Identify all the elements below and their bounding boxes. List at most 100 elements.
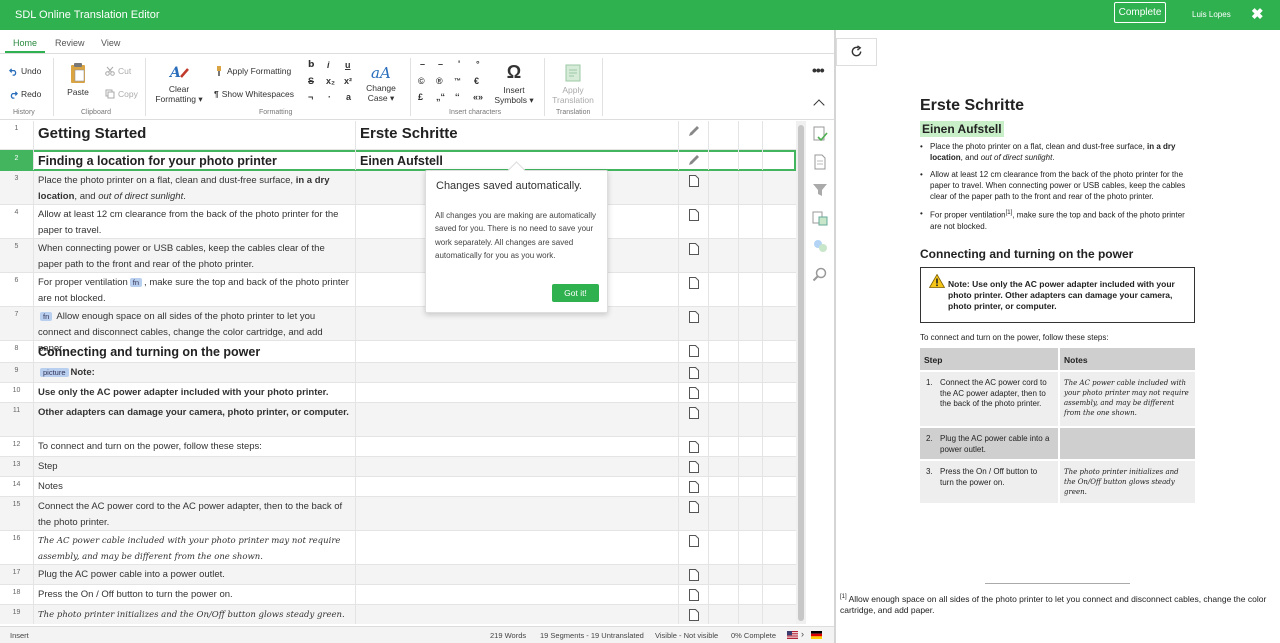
tab-home[interactable]: Home [13, 38, 37, 48]
segment-row-active[interactable]: 2 Finding a location for your photo prin… [0, 150, 796, 171]
segment-row[interactable]: 15 Connect the AC power cord to the AC p… [0, 497, 796, 531]
paste-button[interactable]: Paste [64, 62, 92, 97]
status-cell[interactable] [678, 363, 708, 382]
grid-scrollbar[interactable] [796, 121, 806, 624]
status-cell[interactable] [678, 383, 708, 402]
superscript-button[interactable]: x² [344, 76, 352, 86]
pound-button[interactable]: £ [418, 92, 423, 102]
filter-icon[interactable] [812, 182, 828, 198]
apostrophe-button[interactable]: ' [458, 59, 460, 69]
underline-button[interactable]: u [345, 60, 351, 70]
status-cell[interactable] [678, 497, 708, 530]
segment-row[interactable]: 14 Notes [0, 477, 796, 497]
segment-row[interactable]: 17 Plug the AC power cable into a power … [0, 565, 796, 585]
picture-tag[interactable]: picture [40, 368, 69, 377]
cut-button[interactable]: Cut [105, 66, 131, 76]
segment-row[interactable]: 6 For proper ventilation fn, make sure th… [0, 273, 796, 307]
status-cell[interactable] [678, 273, 708, 306]
target-cell[interactable] [355, 497, 678, 530]
target-cell[interactable] [355, 341, 678, 362]
strikethrough-button[interactable]: S [308, 76, 314, 86]
change-case-button[interactable]: aA Change Case ▾ [365, 64, 397, 103]
target-cell[interactable] [355, 383, 678, 402]
scrollbar-thumb[interactable] [798, 125, 804, 621]
middot-button[interactable]: · [328, 92, 331, 102]
status-cell[interactable] [678, 437, 708, 456]
status-cell[interactable] [678, 150, 708, 170]
tab-review[interactable]: Review [55, 38, 85, 48]
target-cell[interactable] [355, 477, 678, 496]
registered-button[interactable]: ® [436, 76, 443, 86]
target-cell[interactable] [355, 605, 678, 624]
status-cell[interactable] [678, 307, 708, 340]
undo-button[interactable]: Undo [9, 66, 41, 76]
insert-symbols-button[interactable]: Ω Insert Symbols ▾ [492, 62, 536, 105]
more-options-icon[interactable]: ••• [812, 62, 825, 78]
translation-memory-icon[interactable] [812, 210, 828, 226]
segment-row[interactable]: 5 When connecting power or USB cables, k… [0, 239, 796, 273]
segment-row[interactable]: 3 Place the photo printer on a flat, cle… [0, 171, 796, 205]
status-cell[interactable] [678, 565, 708, 584]
copyright-button[interactable]: © [418, 76, 425, 86]
bold-button[interactable]: b [308, 60, 314, 70]
segment-row[interactable]: 1 Getting Started Erste Schritte [0, 121, 796, 150]
subscript-button[interactable]: x₂ [326, 76, 335, 86]
got-it-button[interactable]: Got it! [552, 284, 599, 302]
segment-row[interactable]: 13 Step [0, 457, 796, 477]
status-cell[interactable] [678, 585, 708, 604]
document-icon[interactable] [812, 154, 828, 170]
preview-subheading-highlighted[interactable]: Einen Aufstell [920, 121, 1004, 137]
search-icon[interactable] [812, 266, 828, 282]
status-cell[interactable] [678, 121, 708, 149]
collapse-ribbon-icon[interactable] [813, 99, 825, 111]
single-quotes-button[interactable]: ‘‘ [455, 92, 460, 102]
segment-row[interactable]: 10 Use only the AC power adapter include… [0, 383, 796, 403]
segment-row[interactable]: 11 Other adapters can damage your camera… [0, 403, 796, 437]
guillemets-button[interactable]: «» [473, 92, 483, 102]
user-name[interactable]: Luis Lopes [1192, 10, 1231, 19]
target-cell[interactable] [355, 363, 678, 382]
footnote-tag[interactable]: fn [129, 278, 143, 287]
target-cell[interactable] [355, 565, 678, 584]
segment-row[interactable]: 19 The photo printer initializes and the… [0, 605, 796, 624]
target-cell[interactable]: Erste Schritte [355, 121, 678, 149]
target-cell[interactable] [355, 531, 678, 564]
lowercase-button[interactable]: a [346, 92, 351, 102]
segment-row[interactable]: 18 Press the On / Off button to turn the… [0, 585, 796, 605]
comments-icon[interactable] [812, 238, 828, 254]
status-cell[interactable] [678, 239, 708, 272]
clear-formatting-button[interactable]: A Clear Formatting ▾ [151, 63, 207, 104]
status-cell[interactable] [678, 457, 708, 476]
status-cell[interactable] [678, 341, 708, 362]
status-cell[interactable] [678, 403, 708, 436]
close-icon[interactable]: ✖ [1251, 5, 1264, 23]
en-dash-button[interactable]: – [420, 59, 425, 69]
segment-row[interactable]: 4 Allow at least 12 cm clearance from th… [0, 205, 796, 239]
status-cell[interactable] [678, 605, 708, 624]
tab-view[interactable]: View [101, 38, 120, 48]
segment-row[interactable]: 12 To connect and turn on the power, fol… [0, 437, 796, 457]
copy-button[interactable]: Copy [105, 89, 138, 99]
degree-button[interactable]: ° [476, 59, 480, 69]
apply-translation-button[interactable]: Apply Translation [550, 64, 596, 105]
german-quotes-button[interactable]: „“ [436, 92, 445, 102]
status-cell[interactable] [678, 531, 708, 564]
trademark-button[interactable]: ™ [454, 78, 461, 85]
redo-button[interactable]: Redo [9, 89, 41, 99]
status-cell[interactable] [678, 477, 708, 496]
segment-row[interactable]: 16 The AC power cable included with your… [0, 531, 796, 565]
target-cell[interactable] [355, 585, 678, 604]
target-cell[interactable] [355, 437, 678, 456]
target-cell[interactable] [355, 457, 678, 476]
nonbreaking-button[interactable]: ¬ [308, 92, 313, 102]
italic-button[interactable]: i [327, 60, 330, 70]
target-cell[interactable] [355, 403, 678, 436]
apply-formatting-button[interactable]: Apply Formatting [214, 66, 291, 76]
segment-row[interactable]: 9 picture Note: [0, 363, 796, 383]
status-cell[interactable] [678, 171, 708, 204]
refresh-button[interactable] [836, 38, 877, 66]
status-cell[interactable] [678, 205, 708, 238]
review-document-icon[interactable] [812, 126, 828, 142]
euro-button[interactable]: € [474, 76, 479, 86]
complete-button[interactable]: Complete [1114, 2, 1166, 23]
